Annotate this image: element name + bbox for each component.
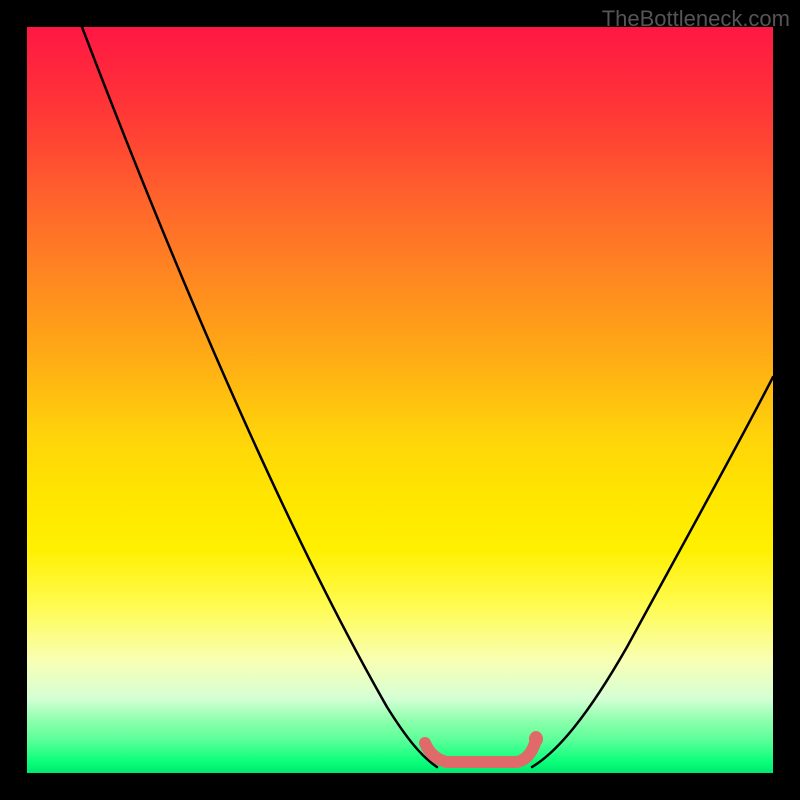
bottleneck-curve-left bbox=[82, 27, 437, 767]
chart-svg bbox=[27, 27, 773, 773]
optimal-zone-marker bbox=[425, 743, 535, 762]
optimal-zone-end-dot bbox=[529, 731, 543, 747]
watermark-text: TheBottleneck.com bbox=[602, 6, 790, 32]
bottleneck-curve-right bbox=[532, 377, 773, 767]
chart-plot-area bbox=[27, 27, 773, 773]
